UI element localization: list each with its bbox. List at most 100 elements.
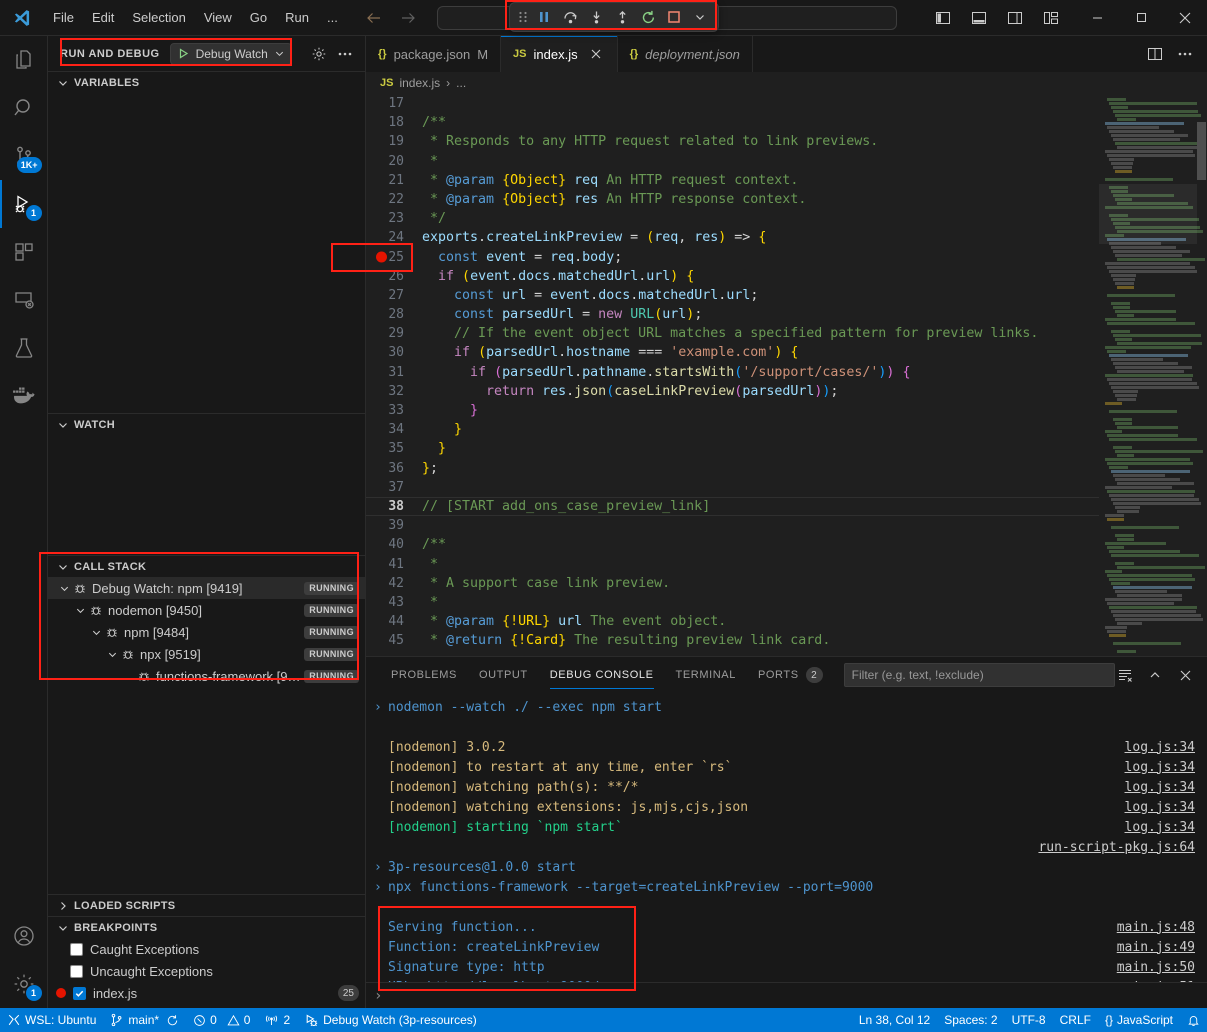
menu-more[interactable]: ...: [318, 6, 347, 29]
code-line[interactable]: 27 const url = event.docs.matchedUrl.url…: [366, 286, 1099, 305]
console-source-link[interactable]: main.js:51: [1117, 980, 1195, 983]
code-line[interactable]: 31 if (parsedUrl.pathname.startsWith('/s…: [366, 363, 1099, 382]
code-line-text[interactable]: /**: [418, 535, 446, 554]
console-source-link[interactable]: main.js:49: [1117, 940, 1195, 955]
status-language-mode[interactable]: {} JavaScript: [1098, 1008, 1180, 1032]
call-stack-row[interactable]: npx [9519]RUNNING: [48, 643, 365, 665]
back-arrow-icon[interactable]: [365, 9, 383, 27]
call-stack-row[interactable]: Debug Watch: npm [9419]RUNNING: [48, 577, 365, 599]
code-line[interactable]: 33 }: [366, 401, 1099, 420]
debug-console-output[interactable]: ›nodemon --watch ./ --exec npm start[nod…: [366, 693, 1207, 982]
line-number[interactable]: 18: [366, 113, 418, 132]
chevron-down-icon[interactable]: [104, 646, 120, 662]
code-line[interactable]: 35 }: [366, 439, 1099, 458]
line-number[interactable]: 26: [366, 267, 418, 286]
editor-scrollbar[interactable]: [1197, 94, 1207, 656]
console-source-link[interactable]: log.js:34: [1125, 760, 1195, 775]
console-source-link[interactable]: main.js:50: [1117, 960, 1195, 975]
code-line-text[interactable]: const url = event.docs.matchedUrl.url;: [418, 286, 758, 305]
breakpoint-checkbox[interactable]: [70, 943, 83, 956]
code-line[interactable]: 17: [366, 94, 1099, 113]
debug-configuration-selector[interactable]: Debug Watch: [170, 43, 292, 65]
code-line-text[interactable]: if (parsedUrl.hostname === 'example.com'…: [418, 343, 798, 362]
navigation-arrows[interactable]: [365, 9, 417, 27]
code-line-text[interactable]: if (parsedUrl.pathname.startsWith('/supp…: [418, 363, 910, 382]
line-number[interactable]: 43: [366, 593, 418, 612]
breakpoint-checkbox[interactable]: [73, 987, 86, 1000]
console-source-link[interactable]: log.js:34: [1125, 780, 1195, 795]
line-number[interactable]: 39: [366, 516, 418, 535]
activity-item-docker[interactable]: [0, 372, 48, 420]
line-number[interactable]: 40: [366, 535, 418, 554]
code-line[interactable]: 42 * A support case link preview.: [366, 574, 1099, 593]
line-number[interactable]: 24: [366, 228, 418, 247]
code-line[interactable]: 41 *: [366, 555, 1099, 574]
code-line[interactable]: 32 return res.json(caseLinkPreview(parse…: [366, 382, 1099, 401]
code-line[interactable]: 44 * @param {!URL} url The event object.: [366, 612, 1099, 631]
code-line-text[interactable]: if (event.docs.matchedUrl.url) {: [418, 267, 694, 286]
sync-icon[interactable]: [166, 1014, 179, 1027]
console-source-link[interactable]: log.js:34: [1125, 800, 1195, 815]
open-launch-settings-gear-icon[interactable]: [309, 44, 329, 64]
code-line-text[interactable]: * @param {Object} res An HTTP response c…: [418, 190, 806, 209]
toggle-primary-sidebar-icon[interactable]: [927, 2, 959, 34]
line-number[interactable]: 20: [366, 152, 418, 171]
minimap[interactable]: [1099, 94, 1207, 656]
code-line[interactable]: 38// [START add_ons_case_preview_link]: [366, 497, 1099, 516]
console-source-link[interactable]: log.js:34: [1125, 820, 1195, 835]
code-editor[interactable]: 1718/**19 * Responds to any HTTP request…: [366, 94, 1207, 656]
call-stack-row[interactable]: npm [9484]RUNNING: [48, 621, 365, 643]
code-line-text[interactable]: return res.json(caseLinkPreview(parsedUr…: [418, 382, 838, 401]
code-line-text[interactable]: }: [418, 439, 446, 458]
more-actions-icon[interactable]: [1175, 44, 1195, 64]
line-number[interactable]: 42: [366, 574, 418, 593]
code-line-text[interactable]: // If the event object URL matches a spe…: [418, 324, 1038, 343]
line-number[interactable]: 38: [366, 497, 418, 516]
activity-item-run-and-debug[interactable]: 1: [0, 180, 48, 228]
code-line[interactable]: 36};: [366, 459, 1099, 478]
menu-bar[interactable]: File Edit Selection View Go Run ...: [44, 6, 347, 29]
code-line[interactable]: 25 const event = req.body;: [366, 248, 1099, 267]
status-ports-forwarded[interactable]: 2: [257, 1008, 297, 1032]
line-number[interactable]: 41: [366, 555, 418, 574]
code-line[interactable]: 24exports.createLinkPreview = (req, res)…: [366, 228, 1099, 247]
activity-item-remote-explorer[interactable]: [0, 276, 48, 324]
tab-deployment-json[interactable]: {} deployment.json: [618, 36, 753, 72]
call-stack-row[interactable]: functions-framework [954...RUNNING: [48, 665, 365, 687]
status-git-branch[interactable]: main*: [103, 1008, 186, 1032]
code-line[interactable]: 37: [366, 478, 1099, 497]
status-debug-session[interactable]: Debug Watch (3p-resources): [297, 1008, 484, 1032]
maximize-button[interactable]: [1119, 0, 1163, 36]
console-source-link[interactable]: log.js:34: [1125, 740, 1195, 755]
line-number[interactable]: 23: [366, 209, 418, 228]
call-stack-row[interactable]: nodemon [9450]RUNNING: [48, 599, 365, 621]
code-line[interactable]: 40/**: [366, 535, 1099, 554]
step-out-button[interactable]: [610, 5, 634, 29]
code-line[interactable]: 43 *: [366, 593, 1099, 612]
console-filter-input[interactable]: Filter (e.g. text, !exclude): [844, 663, 1115, 687]
line-number[interactable]: 35: [366, 439, 418, 458]
activity-item-explorer[interactable]: [0, 36, 48, 84]
activity-item-testing[interactable]: [0, 324, 48, 372]
section-header-breakpoints[interactable]: BREAKPOINTS: [48, 916, 365, 938]
status-notifications[interactable]: [1180, 1008, 1207, 1032]
code-lines[interactable]: 1718/**19 * Responds to any HTTP request…: [366, 94, 1099, 650]
code-line-text[interactable]: * A support case link preview.: [418, 574, 670, 593]
breadcrumb-file[interactable]: index.js: [399, 76, 440, 90]
minimap-slider[interactable]: [1099, 184, 1197, 244]
menu-selection[interactable]: Selection: [123, 6, 194, 29]
code-line[interactable]: 26 if (event.docs.matchedUrl.url) {: [366, 267, 1099, 286]
status-eol[interactable]: CRLF: [1053, 1008, 1098, 1032]
code-line-text[interactable]: * Responds to any HTTP request related t…: [418, 132, 878, 151]
debug-toolbar[interactable]: [509, 2, 719, 32]
code-line-text[interactable]: const parsedUrl = new URL(url);: [418, 305, 702, 324]
tab-debug-console[interactable]: DEBUG CONSOLE: [539, 657, 665, 693]
code-line[interactable]: 18/**: [366, 113, 1099, 132]
section-header-loaded-scripts[interactable]: LOADED SCRIPTS: [48, 894, 365, 916]
step-into-button[interactable]: [584, 5, 608, 29]
code-line-text[interactable]: exports.createLinkPreview = (req, res) =…: [418, 228, 766, 247]
activity-item-search[interactable]: [0, 84, 48, 132]
status-cursor-position[interactable]: Ln 38, Col 12: [852, 1008, 937, 1032]
line-number[interactable]: 37: [366, 478, 418, 497]
line-number[interactable]: 36: [366, 459, 418, 478]
